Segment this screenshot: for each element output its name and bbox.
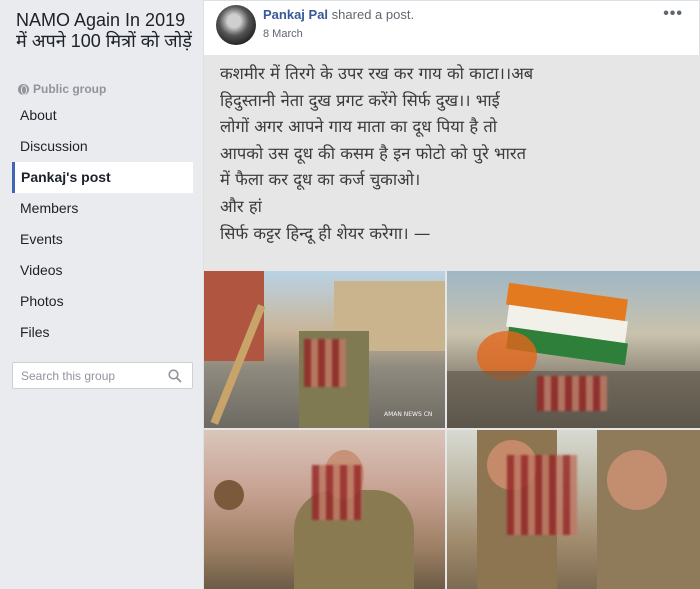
search-input[interactable] [21,368,166,383]
group-nav: About Discussion Pankaj's post Members E… [12,100,193,348]
post-header: Pankaj Pal shared a post. [263,7,414,22]
nav-item-videos[interactable]: Videos [12,255,193,286]
nav-item-about[interactable]: About [12,100,193,131]
group-search [12,362,193,389]
text-line: हिदुस्तानी नेता दुख प्रगट करेंगे सिर्फ द… [220,90,500,110]
globe-icon [18,83,29,95]
nav-item-files[interactable]: Files [12,317,193,348]
nav-item-discussion[interactable]: Discussion [12,131,193,162]
shared-post-image[interactable]: कशमीर में तिरगे के उपर रख कर गाय को काटा… [204,55,700,589]
nav-item-photos[interactable]: Photos [12,286,193,317]
nav-item-members[interactable]: Members [12,193,193,224]
text-line: कशमीर में तिरगे के उपर रख कर गाय को काटा… [220,64,534,83]
text-line: सिर्फ कट्टर हिन्दू ही शेयर करेगा। — [220,223,431,243]
photo-injured-officer [204,430,445,589]
privacy-text: Public group [33,82,107,96]
photo-flag-burning [447,271,700,428]
photo-officers [447,430,700,589]
text-line: में फैला कर दूध का कर्ज चुकाओ। [220,170,421,190]
more-options-icon[interactable]: ••• [663,5,683,23]
privacy-label: Public group [18,82,106,96]
text-line: आपको उस दूध की कसम है इन फोटो को पुरे भा… [220,143,527,163]
nav-item-events[interactable]: Events [12,224,193,255]
group-title[interactable]: NAMO Again In 2019 में अपने 100 मित्रों … [16,10,196,52]
author-name[interactable]: Pankaj Pal [263,7,328,22]
photo-street-protest: AMAN NEWS CN [204,271,445,428]
search-icon[interactable] [168,369,182,383]
text-line: और हां [220,196,262,216]
photo-collage: AMAN NEWS CN [204,271,700,589]
group-sidebar: NAMO Again In 2019 में अपने 100 मित्रों … [0,0,200,589]
photo-watermark: AMAN NEWS CN [384,411,433,418]
post-card: Pankaj Pal shared a post. 8 March ••• कश… [203,0,700,589]
post-action: shared a post. [331,7,415,22]
post-date[interactable]: 8 March [263,28,303,40]
author-avatar[interactable] [216,5,256,45]
nav-item-pankajs-post[interactable]: Pankaj's post [12,162,193,193]
shared-post-text: कशमीर में तिरगे के उपर रख कर गाय को काटा… [220,61,690,247]
text-line: लोगों अगर आपने गाय माता का दूध पिया है त… [220,117,497,137]
